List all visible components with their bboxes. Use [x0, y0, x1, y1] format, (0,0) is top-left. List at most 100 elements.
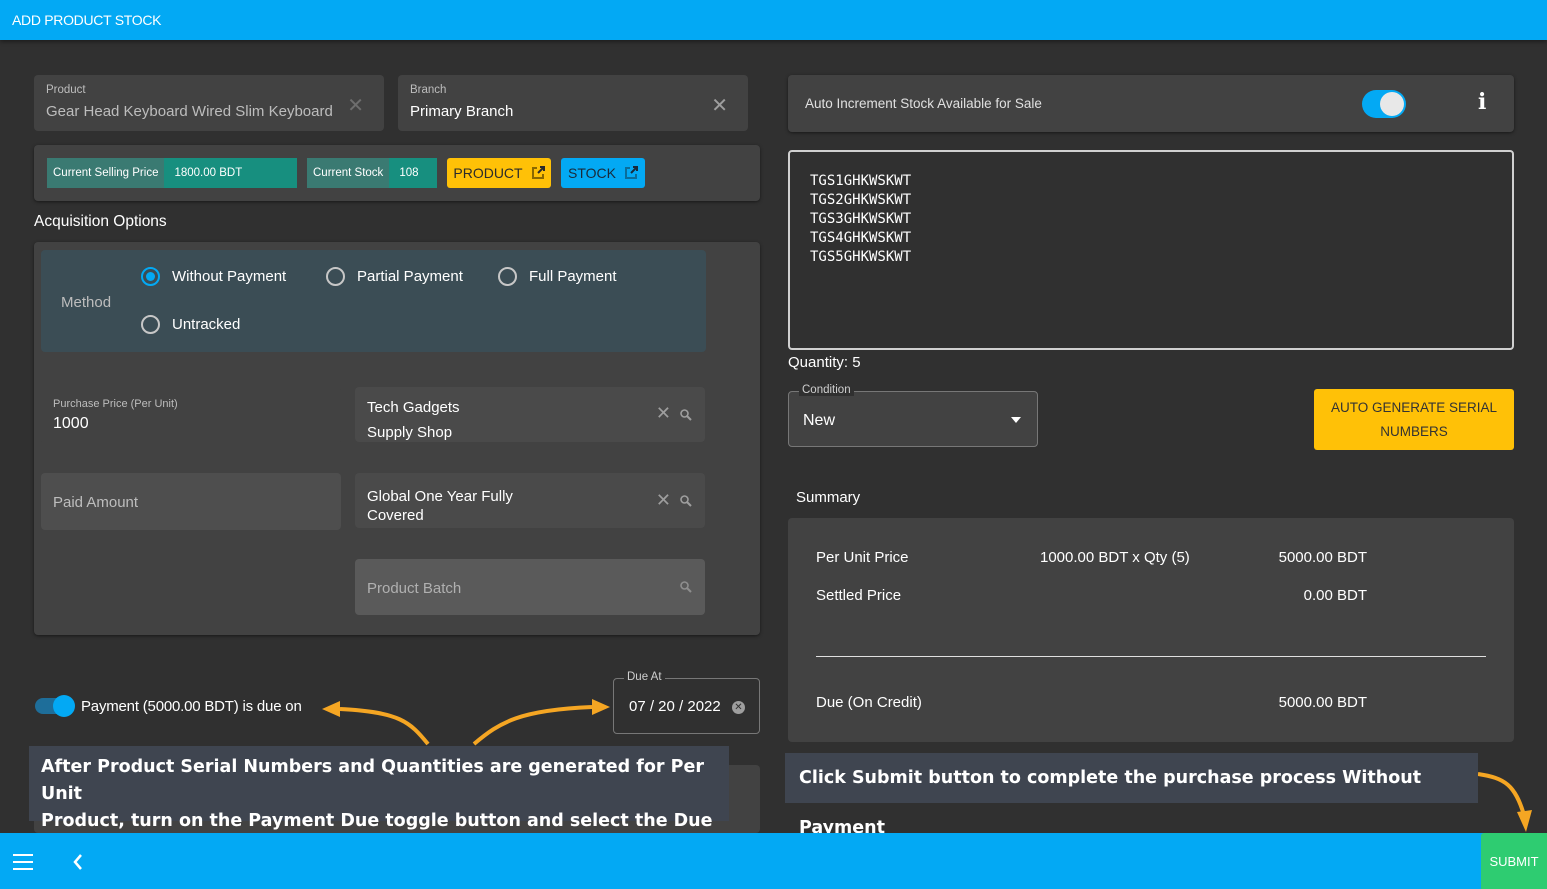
radio-partial-payment[interactable]: Partial Payment	[326, 267, 463, 286]
auto-increment-panel: Auto Increment Stock Available for Sale …	[788, 75, 1514, 132]
arrow-to-date	[472, 705, 593, 746]
selling-price-label: Current Selling Price	[47, 158, 165, 188]
submit-button[interactable]: SUBMIT	[1481, 833, 1547, 889]
stock-button-label: STOCK	[568, 165, 616, 181]
arrow-to-toggle-text	[339, 707, 430, 746]
acquisition-title: Acquisition Options	[34, 213, 167, 230]
product-batch-placeholder: Product Batch	[367, 580, 462, 597]
summary-panel: Per Unit Price 1000.00 BDT x Qty (5) 500…	[788, 518, 1514, 742]
product-batch-select[interactable]: Product Batch	[355, 559, 705, 615]
menu-icon[interactable]	[12, 853, 34, 871]
purchase-price-input[interactable]: Purchase Price (Per Unit) 1000	[41, 387, 341, 444]
settled-value: 0.00 BDT	[1303, 587, 1367, 604]
branch-label: Branch	[410, 84, 447, 96]
current-stock-value: 108	[389, 158, 437, 188]
radio-unchecked-icon	[326, 267, 345, 286]
supplier-line2: Supply Shop	[367, 424, 453, 441]
due-label: Due (On Credit)	[816, 694, 922, 711]
info-icon[interactable]: i	[1478, 89, 1486, 115]
submit-label: SUBMIT	[1489, 853, 1539, 869]
external-link-icon	[531, 166, 545, 179]
current-stock-chip: Current Stock 108	[307, 158, 437, 188]
due-value: 5000.00 BDT	[1278, 694, 1367, 711]
per-unit-label: Per Unit Price	[816, 549, 909, 566]
paid-amount-placeholder: Paid Amount	[53, 494, 139, 511]
summary-title: Summary	[796, 489, 861, 506]
callout-right-text: Click Submit button to complete the purc…	[799, 768, 1422, 838]
auto-increment-toggle[interactable]	[1362, 90, 1406, 118]
condition-label: Condition	[799, 384, 854, 396]
radio-label: Partial Payment	[357, 268, 463, 285]
condition-select[interactable]: Condition New	[788, 384, 1038, 447]
product-link-button[interactable]: PRODUCT	[447, 158, 551, 188]
due-date-picker[interactable]: Due At 07 / 20 / 2022 ✕	[613, 671, 760, 734]
method-group: Method Without Payment Partial Payment F…	[41, 250, 706, 352]
callout-line1: After Product Serial Numbers and Quantit…	[41, 757, 704, 804]
product-label: Product	[46, 84, 86, 96]
current-stock-label: Current Stock	[307, 158, 390, 188]
annotation-callout-right: Click Submit button to complete the purc…	[785, 753, 1478, 838]
page-title: ADD PRODUCT STOCK	[12, 12, 162, 28]
close-icon[interactable]: ✕	[656, 490, 671, 511]
close-icon[interactable]: ✕	[347, 93, 364, 118]
payment-due-toggle[interactable]	[35, 695, 75, 717]
radio-label: Untracked	[172, 316, 241, 333]
toggle-knob	[1380, 92, 1404, 116]
toggle-knob	[53, 695, 75, 717]
branch-value: Primary Branch	[410, 103, 514, 120]
branch-field[interactable]: Branch Primary Branch ✕	[398, 75, 748, 131]
radio-unchecked-icon	[498, 267, 517, 286]
purchase-price-label: Purchase Price (Per Unit)	[53, 398, 178, 410]
method-label: Method	[61, 294, 112, 311]
selling-price-value: 1800.00 BDT	[164, 158, 297, 188]
radio-full-payment[interactable]: Full Payment	[498, 267, 617, 286]
radio-unchecked-icon	[141, 315, 160, 334]
due-date-value: 07 / 20 / 2022	[629, 698, 721, 715]
arrow-head-left	[322, 701, 340, 717]
warranty-line1: Global One Year Fully	[367, 488, 513, 505]
radio-checked-icon	[141, 267, 160, 286]
per-unit-calc: 1000.00 BDT x Qty (5)	[1040, 549, 1190, 566]
clear-date-icon[interactable]: ✕	[732, 701, 745, 714]
payment-due-text: Payment (5000.00 BDT) is due on	[81, 698, 302, 715]
auto-generate-serial-button[interactable]: AUTO GENERATE SERIAL NUMBERS	[1314, 389, 1514, 450]
radio-untracked[interactable]: Untracked	[141, 315, 240, 334]
supplier-line1: Tech Gadgets	[367, 399, 460, 416]
supplier-select[interactable]: Tech Gadgets Supply Shop ✕	[355, 387, 705, 442]
selling-price-chip: Current Selling Price 1800.00 BDT	[47, 158, 297, 188]
product-value: Gear Head Keyboard Wired Slim Keyboard	[46, 103, 333, 120]
radio-without-payment[interactable]: Without Payment	[141, 267, 286, 286]
radio-label: Full Payment	[529, 268, 617, 285]
per-unit-total: 5000.00 BDT	[1278, 549, 1367, 566]
search-icon[interactable]	[679, 494, 693, 508]
search-icon[interactable]	[679, 408, 693, 422]
search-icon[interactable]	[679, 580, 693, 594]
annotation-callout-left: After Product Serial Numbers and Quantit…	[29, 746, 729, 858]
close-icon[interactable]: ✕	[711, 93, 728, 118]
bottom-bar	[0, 833, 1547, 889]
stock-link-button[interactable]: STOCK	[561, 158, 645, 188]
serial-numbers-textarea[interactable]: TGS1GHKWSKWT TGS2GHKWSKWT TGS3GHKWSKWT T…	[788, 150, 1514, 350]
arrow-head-submit	[1517, 810, 1532, 832]
warranty-line2: Covered	[367, 507, 424, 524]
dropdown-arrow-icon	[1011, 417, 1021, 423]
auto-generate-line1: AUTO GENERATE SERIAL	[1330, 399, 1498, 415]
quantity-text: Quantity: 5	[788, 354, 861, 371]
app-header: ADD PRODUCT STOCK	[0, 0, 1547, 40]
paid-amount-input[interactable]: Paid Amount	[41, 473, 341, 530]
settled-label: Settled Price	[816, 587, 902, 604]
chevron-left-icon[interactable]	[72, 853, 84, 871]
external-link-icon	[624, 166, 638, 179]
arrow-head-right	[592, 699, 610, 715]
radio-label: Without Payment	[172, 268, 287, 285]
arrow-to-submit	[1477, 772, 1526, 816]
auto-generate-line2: NUMBERS	[1380, 423, 1448, 439]
purchase-price-value: 1000	[53, 415, 89, 432]
summary-divider	[816, 656, 1486, 657]
product-field[interactable]: Product Gear Head Keyboard Wired Slim Ke…	[34, 75, 384, 131]
warranty-select[interactable]: Global One Year Fully Covered ✕	[355, 473, 705, 528]
due-at-label: Due At	[624, 671, 665, 683]
close-icon[interactable]: ✕	[656, 403, 671, 424]
product-button-label: PRODUCT	[453, 165, 523, 181]
auto-increment-label: Auto Increment Stock Available for Sale	[805, 96, 1042, 111]
